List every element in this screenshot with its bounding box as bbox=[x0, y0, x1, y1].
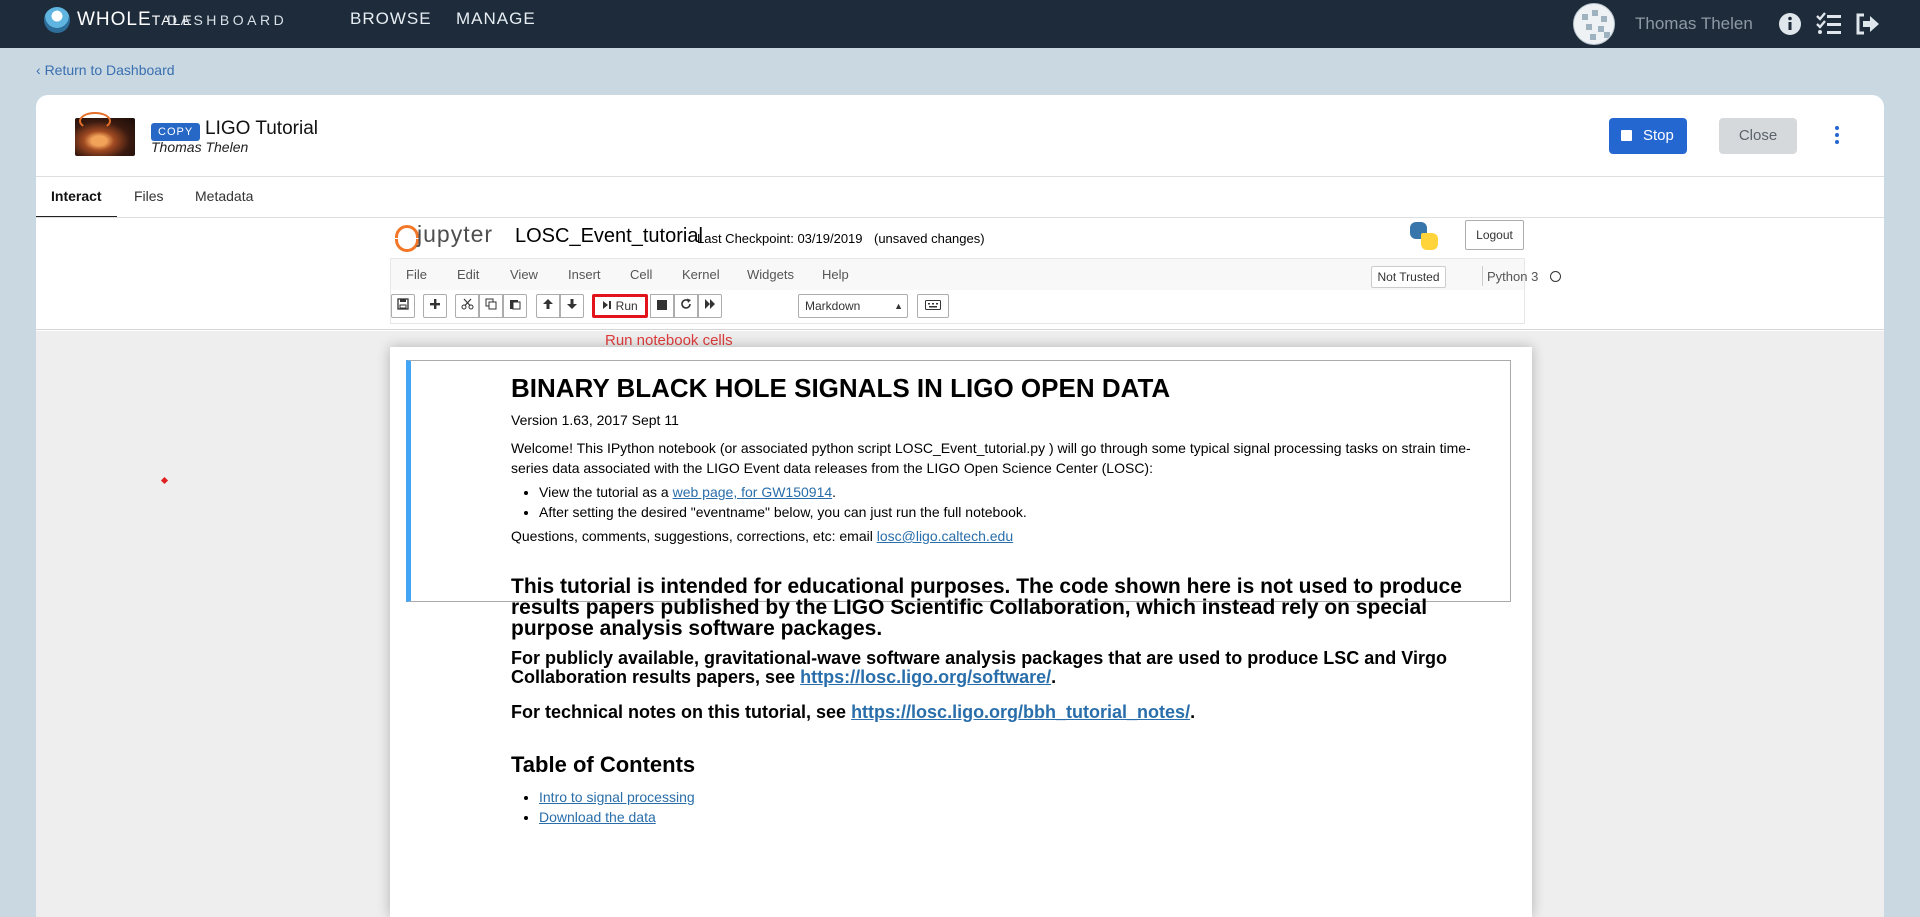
notebook-title: BINARY BLACK HOLE SIGNALS IN LIGO OPEN D… bbox=[511, 373, 1171, 403]
close-button[interactable]: Close bbox=[1719, 118, 1797, 154]
info-icon[interactable] bbox=[1777, 12, 1803, 36]
save-icon[interactable] bbox=[391, 294, 415, 318]
menu-kernel[interactable]: Kernel bbox=[682, 267, 720, 282]
tasks-checklist-icon[interactable] bbox=[1816, 12, 1842, 36]
brand-whole: WHOLE bbox=[77, 9, 152, 30]
stop-button[interactable]: Stop bbox=[1609, 118, 1687, 154]
run-button[interactable]: Run bbox=[592, 294, 648, 318]
tutorial-notes-link[interactable]: https://losc.ligo.org/bbh_tutorial_notes… bbox=[851, 702, 1190, 722]
menu-edit[interactable]: Edit bbox=[457, 267, 479, 282]
notebook-name[interactable]: LOSC_Event_tutorial bbox=[515, 225, 703, 248]
menu-help[interactable]: Help bbox=[822, 267, 849, 282]
top-navbar: WHOLETALE DASHBOARD BROWSE MANAGE Thomas… bbox=[0, 0, 1920, 48]
insert-cell-icon[interactable] bbox=[423, 294, 447, 318]
menu-insert[interactable]: Insert bbox=[568, 267, 601, 282]
nav-dashboard[interactable]: DASHBOARD bbox=[167, 12, 287, 28]
avatar[interactable] bbox=[1573, 3, 1615, 45]
not-trusted-button[interactable]: Not Trusted bbox=[1371, 266, 1446, 288]
chevron-left-icon: ‹ bbox=[36, 62, 45, 78]
intro-bullets: View the tutorial as a web page, for GW1… bbox=[511, 482, 1027, 522]
more-options-icon[interactable] bbox=[1829, 123, 1845, 149]
jupyter-toolbar: Run Markdown ▲ bbox=[390, 290, 1525, 324]
jupyter-menubar: File Edit View Insert Cell Kernel Widget… bbox=[390, 258, 1525, 290]
run-label: Run bbox=[615, 299, 638, 313]
kernel-name: Python 3 bbox=[1487, 269, 1539, 284]
stop-icon bbox=[1621, 130, 1632, 141]
copy-icon[interactable] bbox=[479, 294, 503, 318]
technical-note: For technical notes on this tutorial, se… bbox=[511, 702, 1196, 722]
stop-label: Stop bbox=[1643, 127, 1674, 144]
educational-disclaimer: This tutorial is intended for educationa… bbox=[511, 575, 1462, 640]
interrupt-kernel-icon[interactable] bbox=[650, 294, 674, 318]
logout-icon[interactable] bbox=[1855, 12, 1881, 36]
tab-metadata[interactable]: Metadata bbox=[195, 188, 253, 204]
last-checkpoint: Last Checkpoint: 03/19/2019 bbox=[697, 231, 863, 246]
wholetale-logo-icon[interactable] bbox=[44, 7, 70, 33]
menu-view[interactable]: View bbox=[510, 267, 538, 282]
menu-file[interactable]: File bbox=[406, 267, 427, 282]
keyboard-shortcuts-icon[interactable] bbox=[917, 294, 949, 318]
notebook-page: BINARY BLACK HOLE SIGNALS IN LIGO OPEN D… bbox=[390, 347, 1532, 917]
select-arrows-icon: ▲ bbox=[894, 301, 903, 311]
toc-heading: Table of Contents bbox=[511, 752, 696, 777]
menu-cell[interactable]: Cell bbox=[630, 267, 652, 282]
step-forward-icon bbox=[603, 301, 612, 309]
welcome-text: Welcome! This IPython notebook (or assoc… bbox=[511, 440, 1471, 476]
restart-run-all-icon[interactable] bbox=[698, 294, 722, 318]
python-logo-icon bbox=[1410, 222, 1438, 250]
autosave-status: (unsaved changes) bbox=[874, 231, 985, 246]
jupyter-logo-icon[interactable] bbox=[393, 223, 419, 252]
toc-link[interactable]: Download the data bbox=[539, 809, 656, 825]
version-text: Version 1.63, 2017 Sept 11 bbox=[511, 412, 679, 428]
divider bbox=[36, 176, 1884, 177]
menu-widgets[interactable]: Widgets bbox=[747, 267, 794, 282]
nav-manage[interactable]: MANAGE bbox=[456, 9, 536, 29]
cut-icon[interactable] bbox=[455, 294, 479, 318]
software-link[interactable]: https://losc.ligo.org/software/ bbox=[800, 667, 1051, 687]
list-item: Intro to signal processing bbox=[539, 787, 695, 807]
list-item: Download the data bbox=[539, 807, 695, 827]
jupyter-logo-text[interactable]: jupyter bbox=[417, 221, 493, 248]
list-item: View the tutorial as a web page, for GW1… bbox=[539, 482, 1027, 502]
paste-icon[interactable] bbox=[503, 294, 527, 318]
list-item: After setting the desired "eventname" be… bbox=[539, 502, 1027, 522]
logout-button[interactable]: Logout bbox=[1465, 220, 1524, 250]
divider bbox=[1482, 266, 1483, 286]
tab-files[interactable]: Files bbox=[134, 188, 164, 204]
tab-interact[interactable]: Interact bbox=[51, 188, 102, 204]
packages-note: For publicly available, gravitational-wa… bbox=[511, 648, 1447, 687]
cell-type-select[interactable]: Markdown ▲ bbox=[798, 294, 908, 318]
web-page-link[interactable]: web page, for GW150914 bbox=[673, 484, 833, 500]
questions-text: Questions, comments, suggestions, correc… bbox=[511, 528, 1014, 544]
move-down-icon[interactable] bbox=[560, 294, 584, 318]
restart-kernel-icon[interactable] bbox=[674, 294, 698, 318]
tale-title: LIGO Tutorial bbox=[205, 118, 318, 139]
jupyter-header: jupyter LOSC_Event_tutorial Last Checkpo… bbox=[36, 218, 1884, 330]
username[interactable]: Thomas Thelen bbox=[1635, 14, 1753, 34]
table-of-contents: Intro to signal processing Download the … bbox=[511, 787, 695, 827]
move-up-icon[interactable] bbox=[536, 294, 560, 318]
tale-thumbnail bbox=[75, 112, 135, 156]
toc-link[interactable]: Intro to signal processing bbox=[539, 789, 695, 805]
return-to-dashboard-link[interactable]: ‹ Return to Dashboard bbox=[36, 62, 175, 78]
tale-author: Thomas Thelen bbox=[151, 139, 249, 155]
cell-type-value: Markdown bbox=[805, 299, 861, 313]
kernel-idle-indicator-icon bbox=[1550, 271, 1561, 282]
tale-run-card: COPY LIGO Tutorial Thomas Thelen Stop Cl… bbox=[36, 95, 1884, 917]
return-link-label: Return to Dashboard bbox=[44, 62, 175, 78]
email-link[interactable]: losc@ligo.caltech.edu bbox=[877, 528, 1013, 544]
nav-browse[interactable]: BROWSE bbox=[350, 9, 432, 29]
